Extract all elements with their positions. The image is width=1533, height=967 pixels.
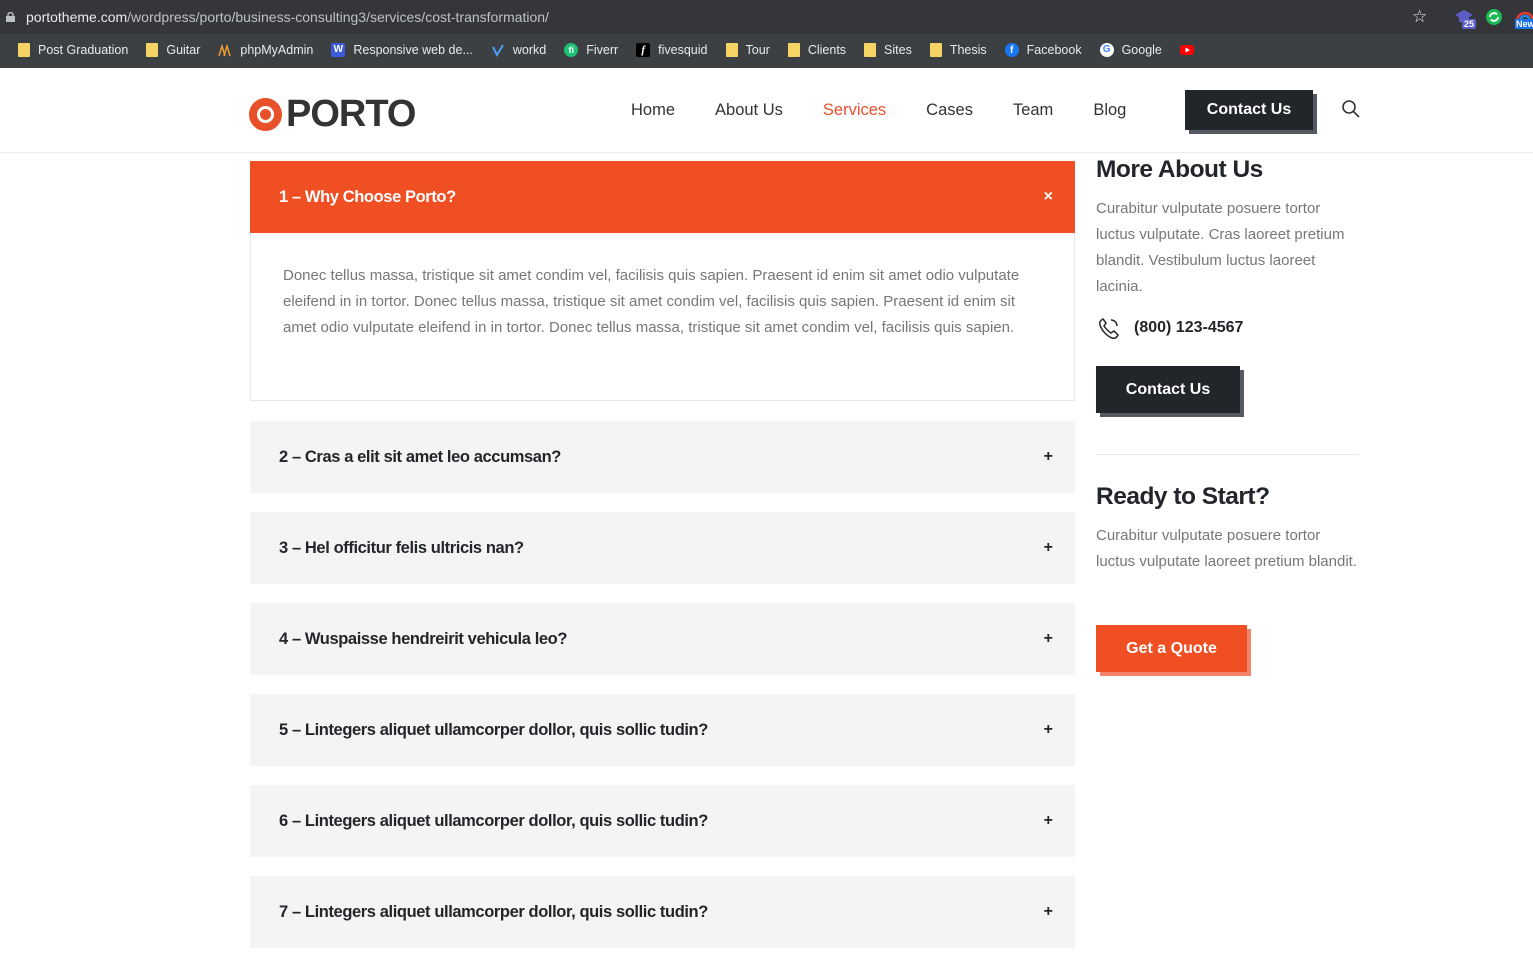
sidebar-ready: Ready to Start? Curabitur vulputate posu… — [1096, 483, 1359, 575]
bookmark-fivesquid[interactable]: f fivesquid — [636, 43, 708, 57]
fiverr-icon: fi — [564, 43, 579, 57]
bookmark-sites[interactable]: Sites — [864, 43, 912, 57]
accordion-item-1: 1 – Why Choose Porto? × Donec tellus mas… — [250, 161, 1075, 401]
sidebar-contact-button[interactable]: Contact Us — [1096, 366, 1240, 413]
bookmark-clients[interactable]: Clients — [787, 43, 846, 57]
search-icon[interactable] — [1341, 99, 1361, 119]
phone-icon — [1099, 318, 1119, 339]
plus-icon[interactable]: + — [1044, 903, 1053, 921]
folder-icon — [929, 43, 942, 57]
sidebar-more-about: More About Us Curabitur vulputate posuer… — [1096, 156, 1359, 300]
accordion-item-7: 7 – Lintegers aliquet ullamcorper dollor… — [250, 876, 1075, 948]
workd-icon — [491, 44, 504, 57]
bookmark-fiverr[interactable]: fi Fiverr — [564, 43, 618, 57]
accordion-item-2: 2 – Cras a elit sit amet leo accumsan? + — [250, 421, 1075, 493]
lock-icon — [6, 12, 15, 22]
plus-icon[interactable]: + — [1044, 630, 1053, 648]
nav-about-us[interactable]: About Us — [715, 101, 783, 120]
w-icon: W — [331, 43, 346, 57]
folder-icon — [864, 43, 877, 57]
bookmark-thesis[interactable]: Thesis — [929, 43, 987, 57]
sidebar-divider — [1096, 454, 1359, 455]
accordion-header[interactable]: 5 – Lintegers aliquet ullamcorper dollor… — [250, 694, 1075, 766]
porto-logo[interactable]: PORTO — [249, 93, 416, 136]
bookmark-responsive-web[interactable]: W Responsive web de... — [331, 43, 473, 57]
accordion-item-3: 3 – Hel officitur felis ultricis nan? + — [250, 512, 1075, 584]
facebook-icon: f — [1004, 43, 1019, 57]
main-nav: Home About Us Services Cases Team Blog — [631, 101, 1166, 120]
bookmark-google[interactable]: G Google — [1099, 43, 1162, 57]
ready-text: Curabitur vulputate posuere tortor luctu… — [1096, 527, 1357, 570]
bookmarks-bar: Post Graduation Guitar phpMyAdmin W Respo… — [0, 36, 1220, 64]
phone-number: (800) 123-4567 — [1134, 319, 1244, 336]
folder-icon — [787, 43, 800, 57]
plus-icon[interactable]: + — [1044, 539, 1053, 557]
url-text[interactable]: portotheme.com/wordpress/porto/business-… — [26, 9, 549, 25]
plus-icon[interactable]: + — [1044, 721, 1053, 739]
accordion-header[interactable]: 2 – Cras a elit sit amet leo accumsan? + — [250, 421, 1075, 493]
bookmark-post-graduation[interactable]: Post Graduation — [18, 43, 128, 57]
accordion-item-5: 5 – Lintegers aliquet ullamcorper dollor… — [250, 694, 1075, 766]
nav-cases[interactable]: Cases — [926, 101, 973, 120]
accordion-header[interactable]: 6 – Lintegers aliquet ullamcorper dollor… — [250, 785, 1075, 857]
bookmark-workd[interactable]: workd — [491, 43, 546, 57]
google-icon: G — [1099, 43, 1114, 57]
nav-services[interactable]: Services — [823, 101, 886, 120]
accordion-header[interactable]: 3 – Hel officitur felis ultricis nan? + — [250, 512, 1075, 584]
bookmark-guitar[interactable]: Guitar — [146, 43, 200, 57]
plus-icon[interactable]: + — [1044, 812, 1053, 830]
folder-icon — [725, 43, 738, 57]
accordion-header[interactable]: 4 – Wuspaisse hendreirit vehicula leo? + — [250, 603, 1075, 675]
extension-new-badge: New — [1515, 19, 1533, 29]
bookmark-youtube[interactable] — [1179, 43, 1202, 57]
bookmark-tour[interactable]: Tour — [725, 43, 770, 57]
ready-title: Ready to Start? — [1096, 483, 1270, 510]
header-contact-button[interactable]: Contact Us — [1185, 90, 1313, 130]
accordion-body: Donec tellus massa, tristique sit amet c… — [250, 233, 1075, 401]
folder-icon — [146, 43, 159, 57]
site-header: PORTO Home About Us Services Cases Team … — [0, 68, 1533, 153]
refresh-extension-icon[interactable] — [1484, 7, 1504, 27]
youtube-icon — [1179, 45, 1194, 55]
get-quote-button[interactable]: Get a Quote — [1096, 625, 1247, 672]
browser-chrome: portotheme.com/wordpress/porto/business-… — [0, 0, 1533, 68]
phpmyadmin-icon — [218, 43, 232, 57]
address-bar[interactable]: portotheme.com/wordpress/porto/business-… — [0, 0, 1533, 34]
accordion-header[interactable]: 7 – Lintegers aliquet ullamcorper dollor… — [250, 876, 1075, 948]
accordion-item-4: 4 – Wuspaisse hendreirit vehicula leo? + — [250, 603, 1075, 675]
nav-home[interactable]: Home — [631, 101, 675, 120]
nav-team[interactable]: Team — [1013, 101, 1053, 120]
folder-icon — [18, 43, 30, 57]
logo-ring-icon — [249, 98, 282, 131]
accordion-item-6: 6 – Lintegers aliquet ullamcorper dollor… — [250, 785, 1075, 857]
bookmark-star-icon[interactable]: ☆ — [1412, 7, 1427, 27]
bookmark-facebook[interactable]: f Facebook — [1004, 43, 1082, 57]
extension-badge: 25 — [1462, 19, 1477, 29]
accordion-header[interactable]: 1 – Why Choose Porto? × — [250, 161, 1075, 233]
more-about-title: More About Us — [1096, 156, 1263, 183]
more-about-text: Curabitur vulputate posuere tortor luctu… — [1096, 200, 1345, 295]
plus-icon[interactable]: + — [1044, 448, 1053, 466]
phone-contact[interactable]: (800) 123-4567 — [1096, 315, 1243, 341]
fivesquid-icon: f — [636, 43, 651, 57]
close-icon[interactable]: × — [1044, 188, 1053, 206]
bookmark-phpmyadmin[interactable]: phpMyAdmin — [218, 43, 313, 57]
nav-blog[interactable]: Blog — [1093, 101, 1126, 120]
